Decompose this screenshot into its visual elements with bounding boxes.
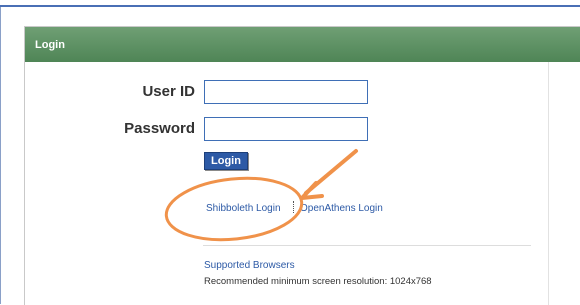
annotation-overlay <box>164 149 358 242</box>
highlight-circle <box>164 176 304 242</box>
